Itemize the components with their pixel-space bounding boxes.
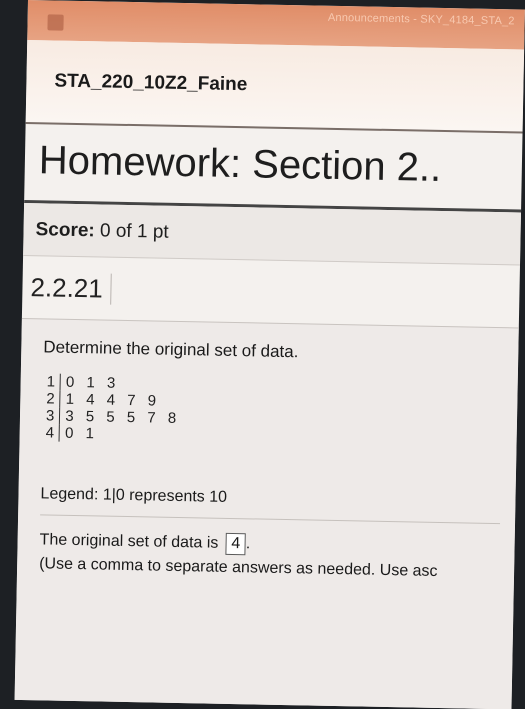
answer-input[interactable]: 4 <box>225 532 247 556</box>
score-value: 0 of 1 pt <box>99 220 169 243</box>
course-title[interactable]: STA_220_10Z2_Faine <box>54 71 247 97</box>
question-panel: Determine the original set of data. 1 0 … <box>14 317 519 709</box>
tab-title[interactable]: Announcements - SKY_4184_STA_2 <box>328 12 515 28</box>
question-header: 2.2.21 <box>22 262 520 320</box>
stem: 2 <box>42 390 61 408</box>
question-prompt: Determine the original set of data. <box>43 337 299 362</box>
answer-line: The original set of data is 4. <box>39 529 251 556</box>
stem-row: 4 0 1 <box>41 424 185 444</box>
stem: 1 <box>42 373 61 391</box>
stem: 4 <box>41 424 60 442</box>
score-bar: Score: 0 of 1 pt <box>23 202 522 266</box>
question-number: 2.2.21 <box>30 272 113 305</box>
score-label: Score: <box>35 219 95 242</box>
answer-suffix: . <box>245 535 251 553</box>
stem-leaf-plot: 1 0 1 3 2 1 4 4 7 9 3 3 5 5 5 7 8 4 0 1 <box>41 373 186 444</box>
page-title: Homework: Section 2.. <box>38 138 442 190</box>
answer-prefix: The original set of data is <box>39 531 219 552</box>
score-text: Score: 0 of 1 pt <box>35 219 168 244</box>
stem: 3 <box>41 407 61 425</box>
answer-hint: (Use a comma to separate answers as need… <box>39 555 438 580</box>
course-header: STA_220_10Z2_Faine <box>25 39 525 134</box>
plot-legend: Legend: 1|0 represents 10 <box>40 485 228 506</box>
divider <box>40 514 501 525</box>
leaves: 0 1 <box>64 424 99 443</box>
browser-screen: Announcements - SKY_4184_STA_2 STA_220_1… <box>14 0 525 709</box>
app-icon[interactable] <box>47 14 64 31</box>
